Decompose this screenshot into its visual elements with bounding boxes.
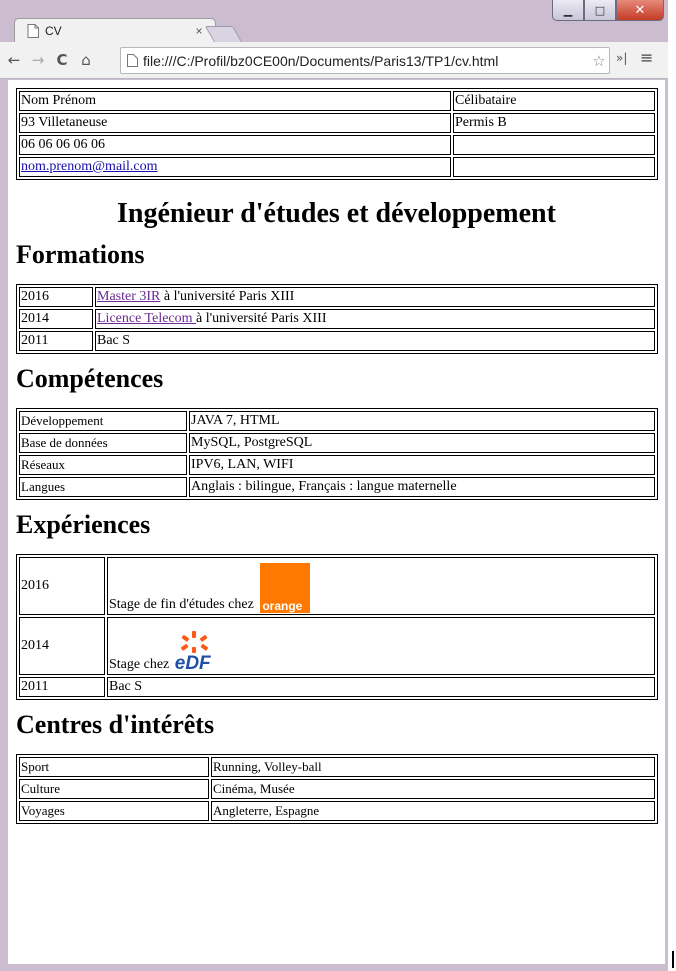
formation-desc: Bac S — [95, 331, 655, 351]
contact-status: Célibataire — [453, 91, 655, 111]
text-cursor — [672, 951, 674, 968]
formation-year: 2014 — [19, 309, 93, 329]
experience-desc: Stage de fin d'études chez orange — [107, 557, 655, 615]
interest-label: Culture — [19, 779, 209, 799]
interest-label: Voyages — [19, 801, 209, 821]
contact-email-cell: nom.prenom@mail.com — [19, 157, 451, 177]
table-row: 2014 Licence Telecom à l'université Pari… — [19, 309, 655, 329]
orange-logo: orange — [260, 563, 311, 613]
interest-value: Running, Volley-ball — [211, 757, 655, 777]
table-row: 2014 Stage chez eDF — [19, 617, 655, 675]
browser-toolbar: ← → C ⌂ file:///C:/Profil/bz0CE00n/Docum… — [0, 42, 668, 79]
tab-title: CV — [45, 24, 62, 38]
page-icon — [27, 24, 39, 38]
forward-icon[interactable]: → — [28, 51, 48, 69]
table-row: 2016 Master 3IR à l'université Paris XII… — [19, 287, 655, 307]
section-heading-experiences: Expériences — [16, 510, 151, 539]
centres-table: Sport Running, Volley-ball Culture Ciném… — [16, 754, 658, 824]
page-viewport: Nom Prénom Célibataire 93 Villetaneuse P… — [8, 80, 665, 964]
skill-value: Anglais : bilingue, Français : langue ma… — [189, 477, 655, 497]
formation-year: 2016 — [19, 287, 93, 307]
email-link[interactable]: nom.prenom@mail.com — [21, 159, 158, 174]
table-row: Nom Prénom Célibataire — [19, 91, 655, 111]
contact-table: Nom Prénom Célibataire 93 Villetaneuse P… — [16, 88, 658, 180]
star-icon[interactable]: ☆ — [589, 52, 609, 70]
menu-icon[interactable]: ≡ — [640, 48, 653, 67]
experiences-table: 2016 Stage de fin d'études chez orange 2… — [16, 554, 658, 700]
skill-label: Base de données — [19, 433, 187, 453]
table-row: Base de données MySQL, PostgreSQL — [19, 433, 655, 453]
skill-value: MySQL, PostgreSQL — [189, 433, 655, 453]
skill-label: Langues — [19, 477, 187, 497]
skill-value: IPV6, LAN, WIFI — [189, 455, 655, 475]
section-heading-formations: Formations — [16, 240, 145, 269]
table-row: 06 06 06 06 06 — [19, 135, 655, 155]
table-row: 93 Villetaneuse Permis B — [19, 113, 655, 133]
section-heading-competences: Compétences — [16, 364, 164, 393]
page-title: Ingénieur d'études et développement — [117, 198, 556, 229]
table-row: 2016 Stage de fin d'études chez orange — [19, 557, 655, 615]
table-row: 2011 Bac S — [19, 331, 655, 351]
section-heading-centres: Centres d'intérêts — [16, 710, 215, 739]
table-row: Langues Anglais : bilingue, Français : l… — [19, 477, 655, 497]
extensions-icon[interactable]: »| — [616, 51, 627, 65]
table-row: Réseaux IPV6, LAN, WIFI — [19, 455, 655, 475]
table-row: Voyages Angleterre, Espagne — [19, 801, 655, 821]
competences-table: Développement JAVA 7, HTML Base de donné… — [16, 408, 658, 500]
page-icon — [127, 54, 138, 67]
contact-empty — [453, 157, 655, 177]
url-text[interactable]: file:///C:/Profil/bz0CE00n/Documents/Par… — [143, 53, 589, 69]
reload-icon[interactable]: C — [52, 51, 72, 69]
experience-year: 2011 — [19, 677, 105, 697]
experience-year: 2014 — [19, 617, 105, 675]
back-icon[interactable]: ← — [4, 51, 24, 69]
contact-city: 93 Villetaneuse — [19, 113, 451, 133]
skill-value: JAVA 7, HTML — [189, 411, 655, 431]
edf-flower-icon — [180, 631, 208, 653]
formation-desc: Licence Telecom à l'université Paris XII… — [95, 309, 655, 329]
skill-label: Réseaux — [19, 455, 187, 475]
experience-year: 2016 — [19, 557, 105, 615]
contact-empty — [453, 135, 655, 155]
contact-license: Permis B — [453, 113, 655, 133]
table-row: 2011 Bac S — [19, 677, 655, 697]
contact-phone: 06 06 06 06 06 — [19, 135, 451, 155]
skill-label: Développement — [19, 411, 187, 431]
address-bar[interactable]: file:///C:/Profil/bz0CE00n/Documents/Par… — [120, 47, 610, 74]
browser-window: ▁ □ ✕ CV × ← → C ⌂ file:///C:/Profil/bz0… — [0, 0, 668, 971]
tab-strip: CV × — [0, 12, 668, 44]
formation-year: 2011 — [19, 331, 93, 351]
cv-document: Nom Prénom Célibataire 93 Villetaneuse P… — [8, 80, 665, 824]
table-row: nom.prenom@mail.com — [19, 157, 655, 177]
table-row: Sport Running, Volley-ball — [19, 757, 655, 777]
interest-label: Sport — [19, 757, 209, 777]
table-row: Culture Cinéma, Musée — [19, 779, 655, 799]
tab-cv[interactable]: CV × — [14, 18, 216, 43]
edf-logo: eDF — [175, 631, 215, 673]
home-icon[interactable]: ⌂ — [76, 51, 96, 69]
experience-desc: Stage chez eDF — [107, 617, 655, 675]
formations-table: 2016 Master 3IR à l'université Paris XII… — [16, 284, 658, 354]
interest-value: Cinéma, Musée — [211, 779, 655, 799]
master-3ir-link[interactable]: Master 3IR — [97, 289, 160, 304]
table-row: Développement JAVA 7, HTML — [19, 411, 655, 431]
interest-value: Angleterre, Espagne — [211, 801, 655, 821]
licence-telecom-link[interactable]: Licence Telecom — [97, 311, 196, 326]
contact-name: Nom Prénom — [19, 91, 451, 111]
experience-desc: Bac S — [107, 677, 655, 697]
formation-desc: Master 3IR à l'université Paris XIII — [95, 287, 655, 307]
